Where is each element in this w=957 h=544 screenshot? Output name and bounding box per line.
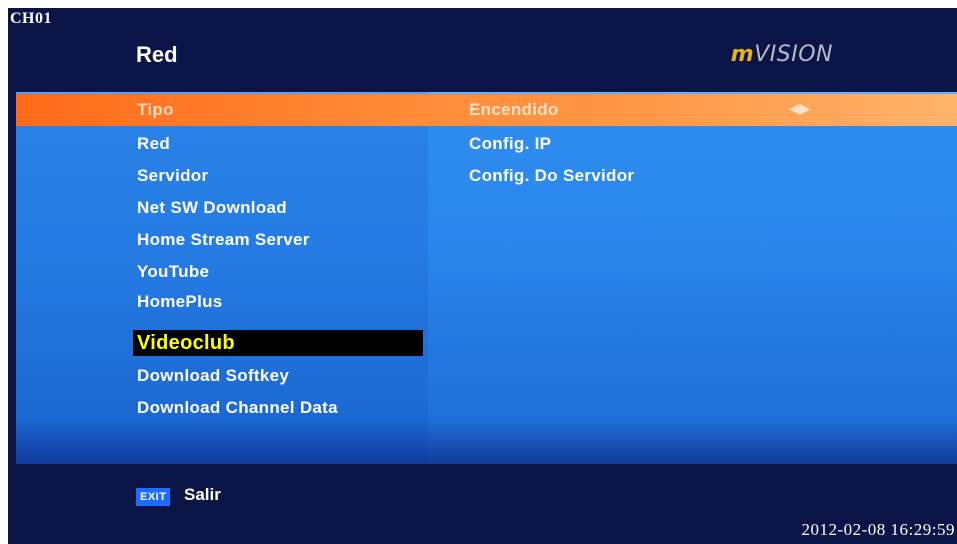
left-right-arrows-icon[interactable]: ◀▶	[789, 100, 811, 117]
brand-logo: mVISION	[730, 42, 833, 67]
menu-panel: Tipo Encendido ◀▶ Red Config. IP Servido…	[16, 92, 957, 464]
menu-item-home-stream-server[interactable]: Home Stream Server	[16, 224, 957, 256]
menu-item-servidor[interactable]: Servidor Config. Do Servidor	[16, 160, 957, 192]
menu-item-videoclub[interactable]: Videoclub	[133, 330, 423, 356]
menu-item-download-softkey[interactable]: Download Softkey	[16, 360, 957, 392]
menu-item-net-sw-download[interactable]: Net SW Download	[16, 192, 957, 224]
menu-item-download-channel-data[interactable]: Download Channel Data	[16, 392, 957, 424]
menu-item-youtube[interactable]: YouTube	[16, 256, 957, 288]
red-value: Config. IP	[469, 134, 552, 153]
menu-item-homeplus[interactable]: HomePlus	[16, 286, 957, 318]
channel-indicator: CH01	[10, 10, 52, 27]
servidor-value: Config. Do Servidor	[469, 166, 635, 185]
tv-screen: CH01 Red mVISION Tipo Encendido ◀▶ Red C…	[8, 8, 957, 544]
datetime: 2012-02-08 16:29:59	[801, 520, 955, 539]
menu-item-red[interactable]: Red Config. IP	[16, 128, 957, 160]
page-title: Red	[136, 42, 178, 67]
menu-item-tipo[interactable]: Tipo Encendido ◀▶	[16, 94, 957, 126]
exit-key-icon[interactable]: EXIT	[136, 488, 171, 506]
exit-label: Salir	[184, 485, 221, 504]
tipo-value[interactable]: Encendido	[469, 100, 559, 120]
